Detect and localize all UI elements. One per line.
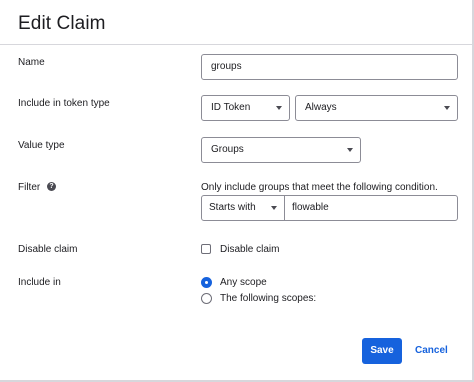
name-label: Name <box>18 57 45 68</box>
help-icon[interactable]: ? <box>47 182 56 191</box>
edit-claim-dialog: Edit Claim Name groups Include in token … <box>0 0 474 382</box>
name-value: groups <box>211 61 242 72</box>
any-scope-label[interactable]: Any scope <box>220 277 267 288</box>
include-in-label: Include in <box>18 277 61 288</box>
name-input[interactable]: groups <box>201 54 458 80</box>
following-scopes-label[interactable]: The following scopes: <box>220 293 316 304</box>
value-type-label: Value type <box>18 140 65 151</box>
value-type-value: Groups <box>211 144 244 155</box>
following-scopes-radio[interactable] <box>201 293 212 304</box>
disable-claim-label: Disable claim <box>18 244 78 255</box>
chevron-down-icon <box>276 106 282 110</box>
token-frequency-select[interactable]: Always <box>295 95 458 121</box>
token-frequency-value: Always <box>305 102 337 113</box>
value-type-select[interactable]: Groups <box>201 137 361 163</box>
disable-claim-checkbox[interactable] <box>201 244 211 254</box>
title-divider <box>0 44 472 45</box>
token-type-value: ID Token <box>211 102 251 113</box>
filter-operator-select[interactable]: Starts with <box>201 195 285 221</box>
disable-claim-checkbox-label[interactable]: Disable claim <box>220 244 279 255</box>
dialog-title: Edit Claim <box>18 13 106 34</box>
filter-operator-value: Starts with <box>209 202 256 213</box>
filter-combo: Starts with flowable <box>201 195 458 221</box>
any-scope-radio[interactable] <box>201 277 212 288</box>
chevron-down-icon <box>444 106 450 110</box>
filter-value-input[interactable]: flowable <box>284 195 458 221</box>
cancel-button[interactable]: Cancel <box>415 338 448 364</box>
token-type-select[interactable]: ID Token <box>201 95 290 121</box>
save-button[interactable]: Save <box>362 338 402 364</box>
chevron-down-icon <box>347 148 353 152</box>
filter-value: flowable <box>292 202 329 213</box>
filter-help-text: Only include groups that meet the follow… <box>201 182 438 193</box>
chevron-down-icon <box>271 206 277 210</box>
filter-label: Filter <box>18 182 41 193</box>
token-type-label: Include in token type <box>18 98 110 109</box>
